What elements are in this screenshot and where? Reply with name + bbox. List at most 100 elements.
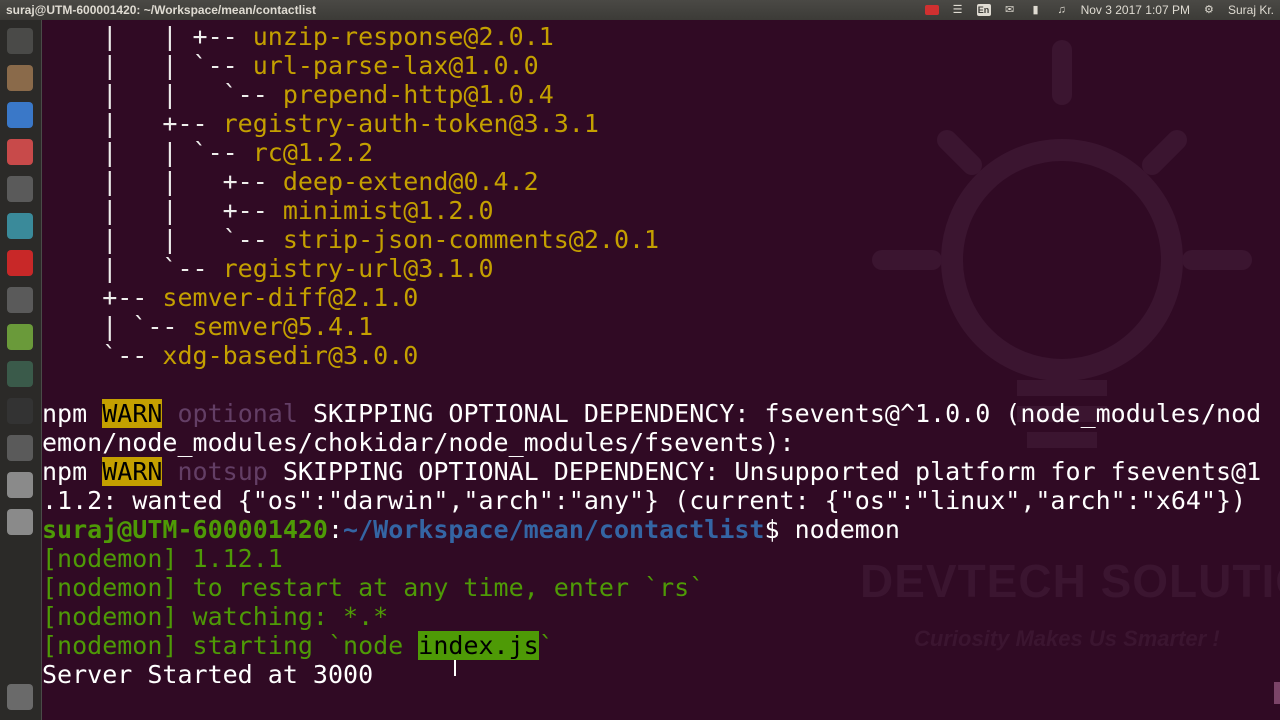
keyboard-icon[interactable]: [7, 176, 33, 202]
npm-warning-continuation: .1.2: wanted {"os":"darwin","arch":"any"…: [42, 486, 1246, 515]
mouse-cursor: [454, 660, 456, 676]
dependency-tree-line: | | +-- unzip-response@2.0.1: [42, 22, 554, 51]
top-panel: suraj@UTM-600001420: ~/Workspace/mean/co…: [0, 0, 1280, 20]
monitor-icon[interactable]: [7, 213, 33, 239]
dependency-tree-line: | | `-- strip-json-comments@2.0.1: [42, 225, 659, 254]
files-icon[interactable]: [7, 65, 33, 91]
warning-text: emon/node_modules/chokidar/node_modules/…: [42, 428, 795, 457]
dependency-tree-line: | | `-- rc@1.2.2: [42, 138, 373, 167]
terminal-icon[interactable]: [7, 398, 33, 424]
warning-text: .1.2: wanted {"os":"darwin","arch":"any"…: [42, 486, 1247, 515]
settings-icon[interactable]: [7, 139, 33, 165]
package-name: minimist@1.2.0: [282, 196, 494, 225]
package-name: unzip-response@2.0.1: [252, 22, 554, 51]
prompt-path: ~/Workspace/mean/contactlist: [343, 515, 765, 544]
package-name: registry-auth-token@3.3.1: [222, 109, 599, 138]
warning-text: SKIPPING OPTIONAL DEPENDENCY: Unsupporte…: [282, 457, 1262, 486]
dependency-tree-line: | +-- registry-auth-token@3.3.1: [42, 109, 599, 138]
nodemon-text: [nodemon] starting `node: [42, 631, 419, 660]
warning-text: SKIPPING OPTIONAL DEPENDENCY: fsevents@^…: [312, 399, 1262, 428]
disk2-icon[interactable]: [7, 509, 33, 535]
nodemon-log-line: [nodemon] 1.12.1: [42, 544, 283, 573]
tree-branch: | +--: [42, 109, 223, 138]
watermark-subtitle: Curiosity Makes Us Smarter !: [914, 626, 1220, 651]
tree-branch: | | `--: [42, 80, 283, 109]
window-title: suraj@UTM-600001420: ~/Workspace/mean/co…: [6, 3, 316, 17]
highlighted-filename: index.js: [418, 631, 539, 660]
mail-icon[interactable]: ✉: [1003, 4, 1017, 16]
warning-kind: optional: [162, 399, 313, 428]
tree-branch: +--: [42, 283, 163, 312]
dependency-tree-line: | | +-- deep-extend@0.4.2: [42, 167, 539, 196]
wifi-icon[interactable]: ☰: [951, 4, 965, 16]
nodemon-log-line: [nodemon] to restart at any time, enter …: [42, 573, 704, 602]
tree-branch: | `--: [42, 312, 193, 341]
tree-branch: | | +--: [42, 22, 253, 51]
package-name: rc@1.2.2: [252, 138, 374, 167]
dependency-tree-line: +-- semver-diff@2.1.0: [42, 283, 418, 312]
tree-branch: | | `--: [42, 138, 253, 167]
warn-badge: WARN: [102, 457, 163, 486]
tree-branch: | | +--: [42, 167, 283, 196]
package-name: registry-url@3.1.0: [222, 254, 494, 283]
tree-branch: | | `--: [42, 225, 283, 254]
system-monitor-icon[interactable]: [7, 361, 33, 387]
dependency-tree-line: `-- xdg-basedir@3.0.0: [42, 341, 418, 370]
battery-icon[interactable]: ▮: [1029, 4, 1043, 16]
package-name: semver-diff@2.1.0: [162, 283, 419, 312]
filezilla-icon[interactable]: [7, 250, 33, 276]
nodemon-text: [nodemon] watching: *.*: [42, 602, 389, 631]
npm-label: npm: [42, 399, 103, 428]
record-icon[interactable]: [924, 5, 939, 15]
prompt-command: nodemon: [794, 515, 900, 544]
nodemon-log-line: [nodemon] watching: *.*: [42, 602, 388, 631]
dependency-tree-line: | `-- semver@5.4.1: [42, 312, 373, 341]
tree-branch: | `--: [42, 254, 223, 283]
warn-badge: WARN: [102, 399, 163, 428]
nodemon-text: [nodemon] 1.12.1: [42, 544, 283, 573]
dash-icon[interactable]: [7, 28, 33, 54]
package-name: prepend-http@1.0.4: [282, 80, 554, 109]
tree-branch: | | +--: [42, 196, 283, 225]
package-name: strip-json-comments@2.0.1: [282, 225, 660, 254]
nodemon-text: [nodemon] to restart at any time, enter …: [42, 573, 705, 602]
launcher: [0, 20, 42, 720]
chrome-icon[interactable]: [7, 102, 33, 128]
warning-kind: notsup: [162, 457, 283, 486]
prompt-symbol: $: [764, 515, 795, 544]
dependency-tree-line: | | +-- minimist@1.2.0: [42, 196, 494, 225]
server-output: Server Started at 3000: [42, 660, 374, 689]
clock[interactable]: Nov 3 2017 1:07 PM: [1081, 3, 1190, 17]
user-name[interactable]: Suraj Kr.: [1228, 3, 1274, 17]
npm-warning-line: npm WARN optional SKIPPING OPTIONAL DEPE…: [42, 399, 1261, 428]
nodemon-starting-line: [nodemon] starting `node index.js`: [42, 631, 554, 660]
android-icon[interactable]: [7, 324, 33, 350]
package-name: deep-extend@0.4.2: [282, 167, 539, 196]
npm-warning-continuation: emon/node_modules/chokidar/node_modules/…: [42, 428, 795, 457]
watermark-title: DEVTECH SOLUTIONS: [860, 555, 1280, 607]
npm-warning-line: npm WARN notsup SKIPPING OPTIONAL DEPEND…: [42, 457, 1261, 486]
scrollbar[interactable]: [1274, 682, 1280, 704]
terminal-window[interactable]: DEVTECH SOLUTIONS Curiosity Makes Us Sma…: [42, 20, 1280, 720]
package-name: semver@5.4.1: [192, 312, 374, 341]
gimp-icon[interactable]: [7, 287, 33, 313]
gear-icon[interactable]: ⚙: [1202, 4, 1216, 16]
prompt-separator: :: [327, 515, 344, 544]
drive-icon[interactable]: [7, 435, 33, 461]
tree-branch: | | `--: [42, 51, 253, 80]
volume-icon[interactable]: ♫: [1055, 4, 1069, 16]
dependency-tree-line: | | `-- url-parse-lax@1.0.0: [42, 51, 539, 80]
shell-prompt-line: suraj@UTM-600001420:~/Workspace/mean/con…: [42, 515, 900, 544]
server-output-line: Server Started at 3000: [42, 660, 373, 689]
disk-icon[interactable]: [7, 472, 33, 498]
keyboard-layout-icon[interactable]: En: [976, 4, 991, 16]
package-name: url-parse-lax@1.0.0: [252, 51, 539, 80]
package-name: xdg-basedir@3.0.0: [162, 341, 419, 370]
dependency-tree-line: | | `-- prepend-http@1.0.4: [42, 80, 554, 109]
npm-label: npm: [42, 457, 103, 486]
prompt-user: suraj@UTM-600001420: [42, 515, 328, 544]
dependency-tree-line: | `-- registry-url@3.1.0: [42, 254, 494, 283]
nodemon-text: `: [538, 631, 554, 660]
indicator-area: ☰ En ✉ ▮ ♫ Nov 3 2017 1:07 PM ⚙ Suraj Kr…: [924, 3, 1274, 17]
trash-icon[interactable]: [7, 684, 33, 710]
